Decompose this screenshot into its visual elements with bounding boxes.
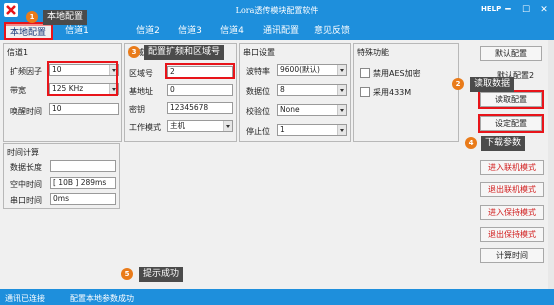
serial-group-title: 串口设置 [243, 48, 275, 57]
baud-rate-value: 9600(默认) [280, 65, 320, 74]
data-length-input[interactable] [50, 160, 116, 172]
step-badge-2: 2 [452, 78, 464, 90]
tab-channel-2[interactable]: 信道2 [128, 24, 168, 40]
work-mode-select[interactable]: 主机 [167, 120, 233, 132]
disable-aes-label: 禁用AES加密 [373, 69, 421, 78]
air-time-output: [ 10B ] 289ms [50, 177, 116, 189]
tab-channel-1[interactable]: 信道1 [57, 24, 97, 40]
parity-select[interactable]: None [277, 104, 347, 116]
callout-config-spread-zone: 配置扩频和区域号 [144, 45, 225, 60]
exit-online-mode-button[interactable]: 退出联机模式 [480, 182, 544, 197]
base-address-input[interactable]: 0 [167, 84, 233, 96]
step-badge-3: 3 [128, 46, 140, 58]
work-mode-label: 工作模式 [129, 123, 161, 132]
features-group-title: 特殊功能 [357, 48, 389, 57]
channel-group-title: 信道1 [7, 48, 29, 57]
step-badge-5: 5 [121, 268, 133, 280]
minimize-button[interactable]: ━ [500, 2, 516, 18]
disable-aes-checkbox[interactable] [360, 68, 370, 78]
baud-rate-select[interactable]: 9600(默认) [277, 64, 347, 76]
data-bits-value: 8 [280, 85, 285, 94]
stop-bits-select[interactable]: 1 [277, 124, 347, 136]
use-433m-label: 采用433M [373, 88, 412, 97]
data-bits-select[interactable]: 8 [277, 84, 347, 96]
serial-time-output: 0ms [50, 193, 116, 205]
close-button[interactable]: ✕ [536, 2, 552, 18]
serial-time-label: 串口时间 [10, 196, 42, 205]
timing-group: 时间计算 数据长度 空中时间 [ 10B ] 289ms 串口时间 0ms [3, 143, 120, 209]
callout-local-config: 本地配置 [43, 10, 88, 25]
chevron-down-icon [337, 105, 346, 115]
highlight-zone [165, 63, 235, 79]
data-bits-label: 数据位 [246, 87, 270, 96]
serial-group: 串口设置 波特率 9600(默认) 数据位 8 校验位 None 停止位 1 [239, 43, 351, 142]
wake-time-label: 唤醒时间 [10, 107, 42, 116]
calc-time-button[interactable]: 计算时间 [480, 248, 544, 263]
exit-keep-mode-button[interactable]: 退出保持模式 [480, 227, 544, 242]
callout-success: 提示成功 [139, 267, 184, 282]
help-button[interactable]: HELP [481, 5, 501, 13]
spread-factor-label: 扩频因子 [10, 67, 42, 76]
timing-group-title: 时间计算 [7, 148, 39, 157]
status-message: 配置本地参数成功 [70, 294, 134, 303]
tab-feedback[interactable]: 意见反馈 [308, 24, 356, 40]
tab-channel-3[interactable]: 信道3 [170, 24, 210, 40]
chevron-down-icon [337, 85, 346, 95]
status-bar: 通讯已连接 配置本地参数成功 [0, 289, 554, 305]
scrollbar[interactable] [548, 40, 554, 289]
air-time-label: 空中时间 [10, 180, 42, 189]
wake-time-input[interactable]: 10 [49, 103, 119, 115]
highlight-set-button [478, 114, 544, 133]
key-input[interactable]: 12345678 [167, 102, 233, 114]
callout-read-data: 读取数据 [470, 77, 515, 92]
step-badge-4: 4 [465, 137, 477, 149]
maximize-button[interactable]: ☐ [518, 2, 534, 18]
chevron-down-icon [223, 121, 232, 131]
tab-channel-4[interactable]: 信道4 [212, 24, 252, 40]
chevron-down-icon [337, 125, 346, 135]
chevron-down-icon [337, 65, 346, 75]
enter-online-mode-button[interactable]: 进入联机模式 [480, 160, 544, 175]
tab-comm-config[interactable]: 通讯配置 [257, 24, 305, 40]
use-433m-checkbox[interactable] [360, 87, 370, 97]
data-length-label: 数据长度 [10, 163, 42, 172]
features-group: 特殊功能 禁用AES加密 采用433M [353, 43, 459, 142]
stop-bits-value: 1 [280, 125, 285, 134]
enter-keep-mode-button[interactable]: 进入保持模式 [480, 205, 544, 220]
baud-rate-label: 波特率 [246, 67, 270, 76]
callout-download-params: 下载参数 [481, 136, 526, 151]
highlight-read-button [478, 90, 544, 109]
stop-bits-label: 停止位 [246, 127, 270, 136]
work-mode-value: 主机 [170, 121, 185, 130]
highlight-spread-bandwidth [47, 61, 118, 96]
zone-label: 区域号 [129, 69, 153, 78]
connection-status: 通讯已连接 [5, 294, 45, 303]
default-config-button[interactable]: 默认配置 [480, 46, 542, 61]
parity-label: 校验位 [246, 107, 270, 116]
base-address-label: 基地址 [129, 87, 153, 96]
step-badge-1: 1 [26, 11, 38, 23]
key-label: 密钥 [129, 105, 145, 114]
bandwidth-label: 带宽 [10, 86, 26, 95]
parity-value: None [280, 105, 300, 114]
